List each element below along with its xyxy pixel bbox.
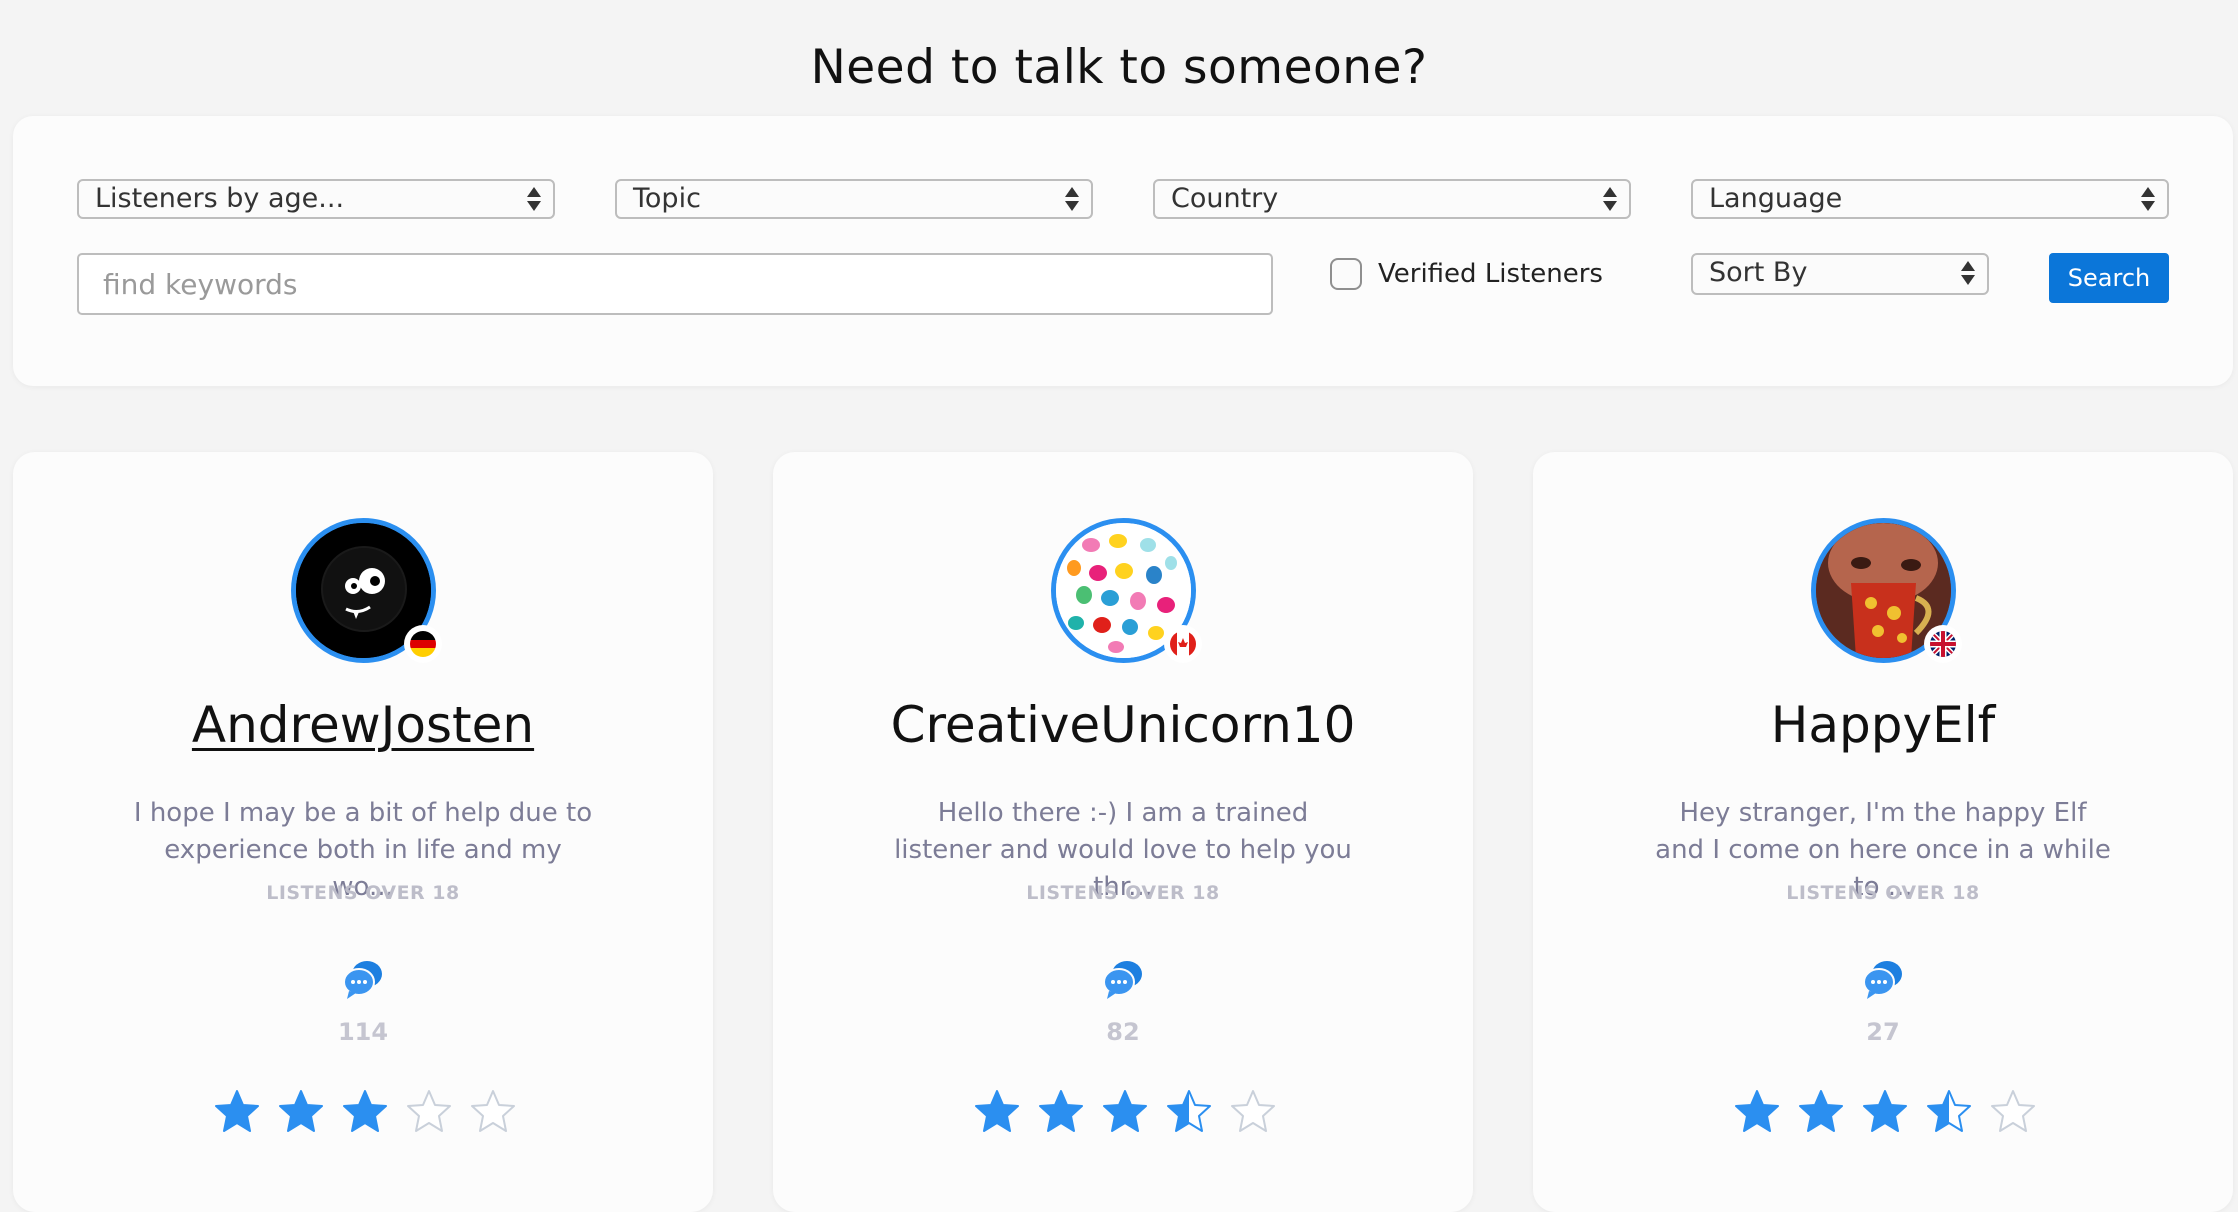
listener-card[interactable]: AndrewJosten I hope I may be a bit of he… bbox=[13, 452, 713, 1212]
topic-select-value: Topic bbox=[633, 183, 701, 214]
star-filled-icon bbox=[1103, 1090, 1147, 1132]
star-empty-icon bbox=[471, 1090, 515, 1132]
chat-count: 114 bbox=[337, 1018, 389, 1046]
listener-name[interactable]: CreativeUnicorn10 bbox=[773, 696, 1473, 754]
star-empty-icon bbox=[407, 1090, 451, 1132]
verified-listeners-option[interactable]: Verified Listeners bbox=[1330, 254, 1603, 294]
star-filled-icon bbox=[279, 1090, 323, 1132]
star-filled-icon bbox=[1799, 1090, 1843, 1132]
sort-by-select[interactable]: Sort By bbox=[1691, 253, 1989, 295]
star-filled-icon bbox=[1863, 1090, 1907, 1132]
listener-age-group: LISTENS OVER 18 bbox=[266, 882, 460, 904]
select-arrows-icon bbox=[1961, 259, 1975, 287]
star-rating bbox=[213, 1088, 533, 1138]
page-title: Need to talk to someone? bbox=[810, 40, 1428, 95]
filter-panel: Listeners by age... Topic Country Langua… bbox=[13, 116, 2233, 386]
star-filled-icon bbox=[1735, 1090, 1779, 1132]
select-arrows-icon bbox=[1065, 185, 1079, 213]
star-filled-icon bbox=[975, 1090, 1019, 1132]
star-filled-icon bbox=[215, 1090, 259, 1132]
select-arrows-icon bbox=[527, 185, 541, 213]
star-rating bbox=[1733, 1088, 2053, 1138]
star-empty-icon bbox=[1991, 1090, 2035, 1132]
star-half-icon bbox=[1927, 1090, 1971, 1132]
age-select-value: Listeners by age... bbox=[95, 183, 345, 214]
star-empty-icon bbox=[1231, 1090, 1275, 1132]
listener-name[interactable]: AndrewJosten bbox=[13, 696, 713, 754]
chat-bubbles-icon bbox=[343, 961, 382, 999]
listener-card[interactable]: CreativeUnicorn10 Hello there :-) I am a… bbox=[773, 452, 1473, 1212]
select-arrows-icon bbox=[2141, 185, 2155, 213]
listener-name[interactable]: HappyElf bbox=[1533, 696, 2233, 754]
country-select[interactable]: Country bbox=[1153, 179, 1631, 219]
search-button[interactable]: Search bbox=[2049, 253, 2169, 303]
star-filled-icon bbox=[343, 1090, 387, 1132]
listener-age-group: LISTENS OVER 18 bbox=[1026, 882, 1220, 904]
uk-flag-icon bbox=[1924, 625, 1962, 663]
germany-flag-icon bbox=[404, 625, 442, 663]
chat-bubbles-icon bbox=[1863, 961, 1902, 999]
language-select[interactable]: Language bbox=[1691, 179, 2169, 219]
star-filled-icon bbox=[1039, 1090, 1083, 1132]
language-select-value: Language bbox=[1709, 183, 1843, 214]
chat-count: 27 bbox=[1866, 1018, 1900, 1046]
star-half-icon bbox=[1167, 1090, 1211, 1132]
chat-count: 82 bbox=[1106, 1018, 1140, 1046]
topic-select[interactable]: Topic bbox=[615, 179, 1093, 219]
sort-by-select-value: Sort By bbox=[1709, 257, 1808, 288]
select-arrows-icon bbox=[1603, 185, 1617, 213]
listener-age-group: LISTENS OVER 18 bbox=[1786, 882, 1980, 904]
star-rating bbox=[973, 1088, 1293, 1138]
listener-card[interactable]: HappyElf Hey stranger, I'm the happy Elf… bbox=[1533, 452, 2233, 1212]
verified-listeners-label: Verified Listeners bbox=[1378, 259, 1603, 289]
chat-bubbles-icon bbox=[1103, 961, 1142, 999]
canada-flag-icon bbox=[1164, 625, 1202, 663]
age-select[interactable]: Listeners by age... bbox=[77, 179, 555, 219]
keyword-search-input[interactable] bbox=[77, 253, 1273, 315]
country-select-value: Country bbox=[1171, 183, 1279, 214]
verified-listeners-checkbox[interactable] bbox=[1330, 258, 1362, 290]
